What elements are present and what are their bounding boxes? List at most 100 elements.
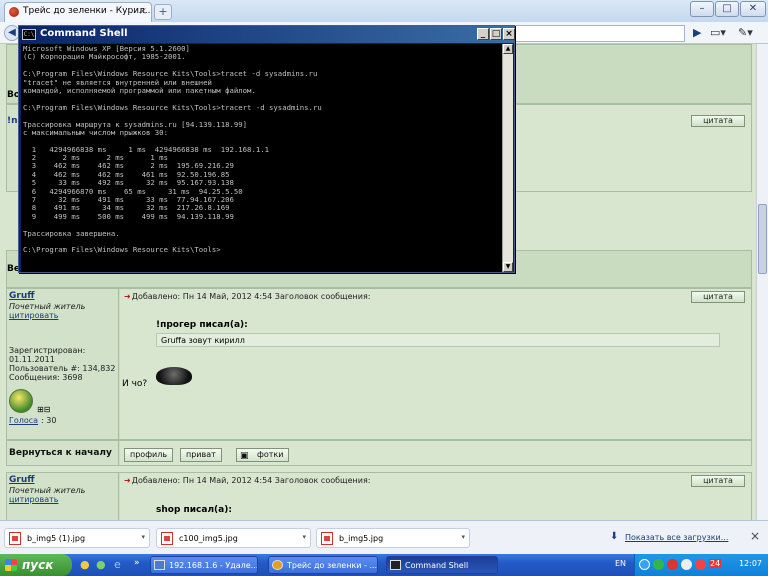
- tray-antivirus-icon[interactable]: [667, 559, 678, 570]
- cite-link[interactable]: цитировать: [9, 495, 58, 504]
- post-header: ➜Добавлено: Пн 14 Май, 2012 4:54 Заголов…: [124, 292, 371, 301]
- windows-flag-icon: [5, 559, 17, 571]
- peek-label: !n: [7, 116, 18, 126]
- tray-back-icon[interactable]: [639, 559, 650, 570]
- tray-network-icon[interactable]: [681, 559, 692, 570]
- votes-link[interactable]: Голоса: [9, 416, 38, 425]
- post-arrow-icon: ➜: [124, 476, 131, 485]
- console-minimize-button[interactable]: _: [477, 28, 489, 40]
- system-tray: EN 24 12:07: [615, 554, 768, 576]
- post-author-name[interactable]: Gruff: [9, 475, 35, 485]
- post-author-column: Gruff Почетный житель цитировать Зарегис…: [7, 289, 119, 439]
- forum-post: Gruff Почетный житель цитировать Зарегис…: [6, 288, 752, 440]
- system-clock[interactable]: 12:07: [739, 559, 762, 568]
- post-reply-text: И чо?: [122, 379, 148, 389]
- quicklaunch-desktop-icon[interactable]: ●: [96, 558, 106, 571]
- image-file-icon: [161, 532, 173, 545]
- console-title-bar[interactable]: C:\ Command Shell _ □ ×: [19, 26, 515, 43]
- taskbar-item-remote-desktop[interactable]: 192.168.1.6 - Удале...: [150, 556, 258, 574]
- command-shell-window[interactable]: C:\ Command Shell _ □ × Microsoft Window…: [18, 25, 515, 273]
- language-indicator[interactable]: EN: [615, 559, 626, 568]
- console-line: 9 499 ms 500 ms 499 ms 94.139.118.99: [23, 211, 234, 221]
- console-title: Command Shell: [40, 28, 128, 39]
- window-close-button[interactable]: ✕: [740, 1, 766, 17]
- tools-menu-icon[interactable]: ✎▾: [738, 26, 753, 39]
- post-author-role: Почетный житель: [9, 486, 86, 495]
- registered-date: 01.11.2011: [9, 355, 55, 364]
- taskbar: пуск ● ● e » 192.168.1.6 - Удале... Трей…: [0, 554, 768, 576]
- remote-desktop-icon: [154, 560, 165, 570]
- profile-button[interactable]: профиль: [124, 448, 174, 462]
- browser-tab[interactable]: Трейс до зеленки - Курил... ×: [4, 2, 152, 22]
- post-count: Сообщения: 3698: [9, 373, 83, 382]
- go-arrow-icon[interactable]: ▶: [693, 26, 701, 39]
- image-file-icon: [321, 532, 333, 545]
- quicklaunch-ie-icon[interactable]: e: [114, 558, 121, 571]
- car-image-icon: [156, 367, 192, 385]
- vote-box-icon[interactable]: ⊞⊟: [37, 405, 50, 414]
- post-arrow-icon: ➜: [124, 292, 131, 301]
- downloads-close-icon[interactable]: ×: [750, 529, 760, 543]
- download-dropdown-icon[interactable]: ▾: [461, 533, 465, 541]
- forum-post: Gruff Почетный житель цитировать ➜Добавл…: [6, 472, 752, 520]
- votes-value: : 30: [41, 416, 57, 425]
- console-close-button[interactable]: ×: [503, 28, 515, 40]
- window-maximize-button[interactable]: □: [715, 1, 739, 17]
- cite-link[interactable]: цитировать: [9, 311, 58, 320]
- quicklaunch-browser-icon[interactable]: ●: [80, 558, 90, 571]
- console-app-icon: C:\: [22, 29, 36, 40]
- console-line: C:\Program Files\Windows Resource Kits\T…: [23, 245, 221, 255]
- download-item[interactable]: c100_img5.jpg ▾: [156, 528, 311, 548]
- scrollbar-thumb[interactable]: [758, 204, 767, 274]
- quote-button[interactable]: цитата: [691, 475, 745, 487]
- console-line: (С) Корпорация Майкрософт, 1985-2001.: [23, 52, 186, 62]
- console-output[interactable]: Microsoft Windows XP [Версия 5.1.2600] (С…: [21, 44, 504, 272]
- scroll-up-icon[interactable]: ▲: [503, 44, 513, 54]
- console-line: командой, исполняемой программой или пак…: [23, 85, 256, 95]
- window-minimize-button[interactable]: –: [690, 1, 714, 17]
- download-dropdown-icon[interactable]: ▾: [302, 533, 306, 541]
- scroll-down-icon[interactable]: ▼: [503, 262, 513, 272]
- browser-tab-bar: Трейс до зеленки - Курил... × + – □ ✕: [0, 0, 768, 22]
- start-button[interactable]: пуск: [0, 554, 72, 576]
- private-message-button[interactable]: приват: [180, 448, 222, 462]
- page-scrollbar[interactable]: [756, 44, 768, 520]
- download-dropdown-icon[interactable]: ▾: [141, 533, 145, 541]
- show-all-downloads-link[interactable]: Показать все загрузки...: [625, 533, 728, 542]
- avatar: [9, 389, 33, 413]
- download-arrow-icon: ⬇: [610, 531, 619, 542]
- quote-author: !прогер писал(а):: [156, 320, 248, 330]
- post-body: ➜Добавлено: Пн 14 Май, 2012 4:54 Заголов…: [120, 473, 751, 520]
- quote-box: Gruffa зовут кирилл: [156, 333, 720, 347]
- user-number: Пользователь #: 134,832: [9, 364, 116, 373]
- quicklaunch-more-icon[interactable]: »: [134, 558, 140, 568]
- quote-author: shop писал(а):: [156, 505, 232, 515]
- image-file-icon: [9, 532, 21, 545]
- post-header: ➜Добавлено: Пн 14 Май, 2012 4:54 Заголов…: [124, 476, 371, 485]
- console-maximize-button[interactable]: □: [490, 28, 502, 40]
- console-line: C:\Program Files\Windows Resource Kits\T…: [23, 102, 322, 112]
- taskbar-item-browser[interactable]: Трейс до зеленки - ...: [268, 556, 378, 574]
- quote-button[interactable]: цитата: [691, 291, 745, 303]
- post-author-column: Gruff Почетный житель цитировать: [7, 473, 119, 520]
- post-author-name[interactable]: Gruff: [9, 291, 35, 301]
- photos-button[interactable]: ▣ фотки: [236, 448, 290, 462]
- back-to-top-link[interactable]: Вернуться к началу: [9, 448, 112, 458]
- tray-number-badge[interactable]: 24: [709, 559, 722, 568]
- tray-security-icon[interactable]: [653, 559, 664, 570]
- new-tab-button[interactable]: +: [154, 4, 172, 20]
- post-nav-row: Вернуться к началу профиль приват ▣ фотк…: [6, 440, 752, 466]
- page-menu-icon[interactable]: ▭▾: [710, 26, 726, 39]
- tab-close-icon[interactable]: ×: [139, 6, 147, 17]
- console-line: Трассировка завершена.: [23, 228, 120, 238]
- console-scrollbar[interactable]: ▲ ▼: [502, 44, 513, 272]
- download-item[interactable]: b_img5 (1).jpg ▾: [4, 528, 150, 548]
- tray-status-icon[interactable]: [695, 559, 706, 570]
- downloads-bar: b_img5 (1).jpg ▾ c100_img5.jpg ▾ b_img5.…: [0, 520, 768, 554]
- registered-label: Зарегистрирован:: [9, 346, 86, 355]
- download-item[interactable]: b_img5.jpg ▾: [316, 528, 470, 548]
- taskbar-item-command-shell[interactable]: Command Shell: [386, 556, 498, 574]
- site-favicon-icon: [9, 7, 19, 17]
- console-line: с максимальным числом прыжков 30:: [23, 127, 168, 137]
- quote-button[interactable]: цитата: [691, 115, 745, 127]
